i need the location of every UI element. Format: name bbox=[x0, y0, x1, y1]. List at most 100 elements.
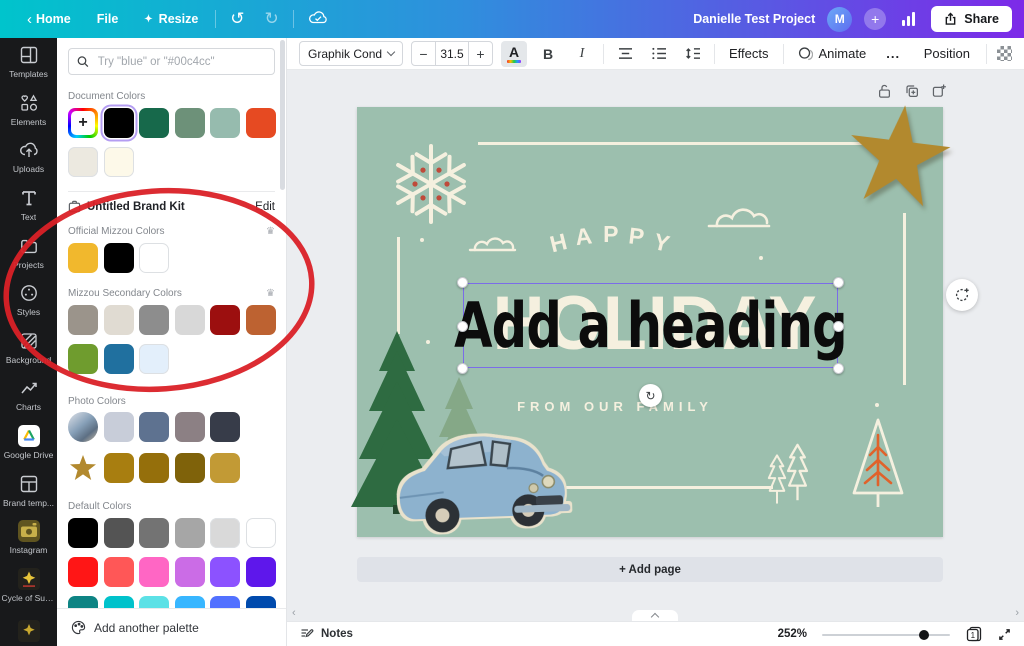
decrease-font-button[interactable]: − bbox=[412, 42, 435, 65]
add-color-button[interactable]: + bbox=[68, 108, 98, 138]
sidebar-item-styles[interactable]: Styles bbox=[0, 276, 57, 324]
color-swatch[interactable] bbox=[104, 557, 134, 587]
add-page-icon[interactable] bbox=[930, 82, 947, 100]
color-swatch[interactable] bbox=[104, 243, 134, 273]
add-palette-button[interactable]: Add another palette bbox=[57, 608, 286, 646]
scroll-right-arrow[interactable]: › bbox=[1015, 607, 1019, 619]
color-swatch[interactable] bbox=[210, 453, 240, 483]
sidebar-item-projects[interactable]: Projects bbox=[0, 228, 57, 276]
resize-handle-right[interactable] bbox=[833, 321, 844, 332]
star-graphic[interactable] bbox=[841, 97, 957, 215]
color-swatch[interactable] bbox=[139, 557, 169, 587]
bold-button[interactable]: B bbox=[535, 41, 561, 67]
color-swatch[interactable] bbox=[175, 108, 205, 138]
color-swatch[interactable] bbox=[210, 412, 240, 442]
color-swatch[interactable] bbox=[210, 518, 240, 548]
file-menu-button[interactable]: File bbox=[84, 0, 132, 38]
sidebar-item-brand-temp[interactable]: Brand temp... bbox=[0, 466, 57, 514]
duplicate-page-icon[interactable] bbox=[903, 82, 920, 100]
triangle-tree-graphic[interactable] bbox=[851, 415, 905, 510]
resize-handle-bottom-right[interactable] bbox=[833, 363, 844, 374]
avatar[interactable]: M bbox=[827, 7, 852, 32]
text-color-button[interactable]: A bbox=[501, 41, 527, 67]
page-count-button[interactable]: 1 bbox=[965, 625, 983, 643]
color-swatch[interactable] bbox=[139, 518, 169, 548]
sidebar-item-elements[interactable]: Elements bbox=[0, 86, 57, 134]
color-swatch[interactable] bbox=[246, 518, 276, 548]
color-search-box[interactable] bbox=[68, 48, 275, 75]
outline-tree-small-graphic[interactable] bbox=[767, 451, 787, 507]
sidebar-item-charts[interactable]: Charts bbox=[0, 371, 57, 419]
more-options-button[interactable]: ... bbox=[880, 46, 906, 61]
project-title[interactable]: Danielle Test Project bbox=[693, 12, 815, 26]
color-swatch[interactable] bbox=[246, 108, 276, 138]
panel-scrollbar[interactable] bbox=[280, 40, 285, 190]
car-photo-sticker[interactable] bbox=[383, 408, 579, 539]
effects-button[interactable]: Effects bbox=[723, 46, 775, 61]
color-swatch[interactable] bbox=[139, 344, 169, 374]
star-thumb[interactable] bbox=[68, 453, 98, 483]
resize-handle-top-right[interactable] bbox=[833, 277, 844, 288]
font-family-select[interactable]: Graphik Cond bbox=[299, 41, 403, 66]
color-swatch[interactable] bbox=[246, 557, 276, 587]
color-swatch[interactable] bbox=[139, 108, 169, 138]
canvas-page[interactable]: HAPPY HOLIDAY bbox=[357, 107, 943, 537]
bullet-list-button[interactable] bbox=[646, 41, 672, 67]
color-swatch[interactable] bbox=[68, 518, 98, 548]
scroll-left-arrow[interactable]: ‹ bbox=[292, 607, 296, 619]
snowflake-graphic[interactable] bbox=[385, 138, 477, 230]
edit-brand-kit-link[interactable]: Edit bbox=[255, 201, 275, 213]
insights-icon[interactable] bbox=[898, 12, 919, 26]
add-member-button[interactable]: + bbox=[864, 8, 886, 30]
magic-recommendations-button[interactable] bbox=[946, 279, 978, 311]
text-align-button[interactable] bbox=[612, 41, 638, 67]
color-swatch[interactable] bbox=[175, 412, 205, 442]
color-search-input[interactable] bbox=[96, 55, 266, 69]
heading-text[interactable]: Add a heading bbox=[454, 295, 847, 357]
color-swatch[interactable] bbox=[104, 108, 134, 138]
color-swatch[interactable] bbox=[104, 518, 134, 548]
resize-handle-top-left[interactable] bbox=[457, 277, 468, 288]
color-swatch[interactable] bbox=[68, 243, 98, 273]
sidebar-item-templates[interactable]: Templates bbox=[0, 38, 57, 86]
transparency-button[interactable] bbox=[997, 46, 1012, 61]
redo-button[interactable]: ↻ bbox=[255, 9, 289, 29]
color-swatch[interactable] bbox=[210, 305, 240, 335]
sidebar-item-google-drive[interactable]: Google Drive bbox=[0, 419, 57, 467]
lock-icon[interactable] bbox=[876, 82, 893, 100]
sidebar-item-cycle-of-suc[interactable]: Cycle of Suc... bbox=[0, 562, 57, 610]
color-swatch[interactable] bbox=[175, 518, 205, 548]
color-swatch[interactable] bbox=[175, 305, 205, 335]
color-swatch[interactable] bbox=[104, 344, 134, 374]
color-swatch[interactable] bbox=[210, 108, 240, 138]
color-swatch[interactable] bbox=[175, 557, 205, 587]
color-swatch[interactable] bbox=[68, 344, 98, 374]
color-swatch[interactable] bbox=[246, 305, 276, 335]
font-size-value[interactable]: 31.5 bbox=[435, 42, 469, 65]
zoom-slider[interactable] bbox=[822, 628, 950, 640]
color-swatch[interactable] bbox=[175, 453, 205, 483]
heading-textbox[interactable]: Add a heading bbox=[463, 283, 838, 368]
animate-button[interactable]: Animate bbox=[792, 46, 873, 61]
resize-handle-bottom-left[interactable] bbox=[457, 363, 468, 374]
rotate-handle[interactable]: ↻ bbox=[639, 384, 662, 407]
notes-button[interactable]: Notes bbox=[300, 627, 353, 641]
color-swatch[interactable] bbox=[68, 147, 98, 177]
outline-tree-large-graphic[interactable] bbox=[786, 437, 809, 507]
color-swatch[interactable] bbox=[104, 147, 134, 177]
sidebar-item-app[interactable] bbox=[0, 609, 57, 646]
sidebar-item-instagram[interactable]: Instagram bbox=[0, 514, 57, 562]
sidebar-item-text[interactable]: Text bbox=[0, 181, 57, 229]
sidebar-item-uploads[interactable]: Uploads bbox=[0, 133, 57, 181]
zoom-slider-knob[interactable] bbox=[919, 630, 929, 640]
fullscreen-button[interactable] bbox=[998, 628, 1011, 641]
color-swatch[interactable] bbox=[139, 453, 169, 483]
increase-font-button[interactable]: + bbox=[469, 42, 492, 65]
italic-button[interactable]: I bbox=[569, 41, 595, 67]
color-swatch[interactable] bbox=[104, 412, 134, 442]
resize-button[interactable]: ✦ Resize bbox=[131, 0, 211, 38]
line-spacing-button[interactable] bbox=[680, 41, 706, 67]
resize-handle-left[interactable] bbox=[457, 321, 468, 332]
undo-button[interactable]: ↺ bbox=[220, 9, 254, 29]
home-button[interactable]: ‹ Home bbox=[14, 0, 84, 38]
